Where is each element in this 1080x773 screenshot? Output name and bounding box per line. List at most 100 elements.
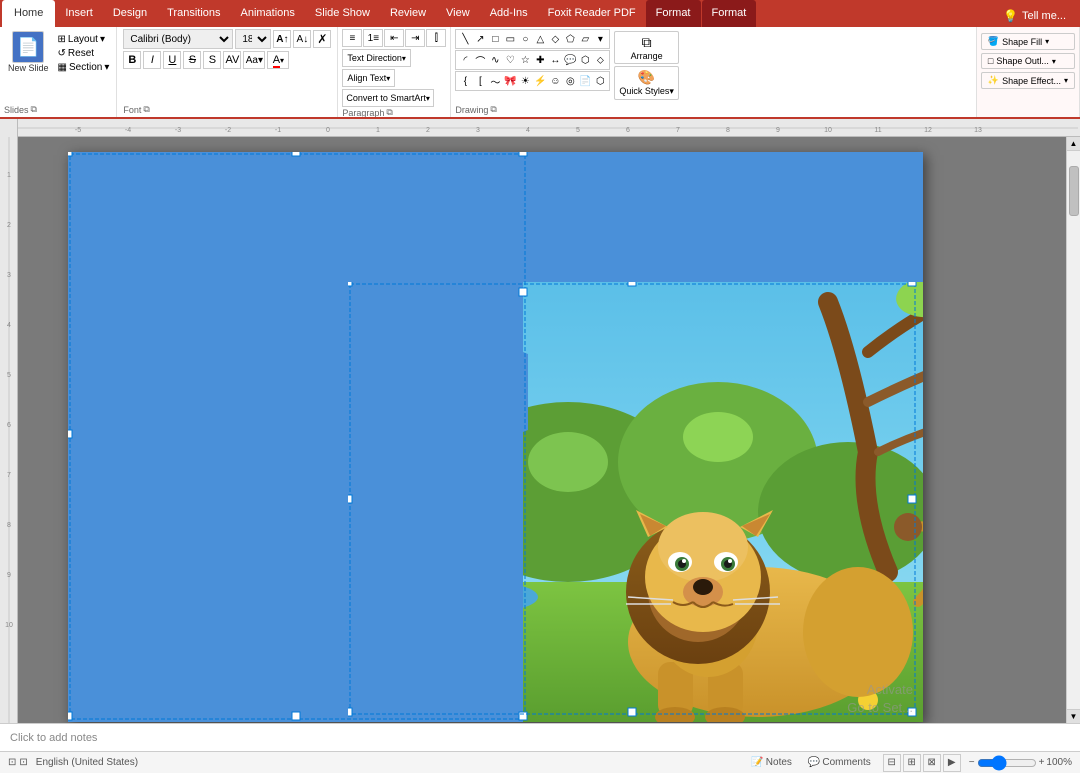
scroll-down-button[interactable]: ▼ — [1067, 709, 1080, 723]
shape-rect[interactable]: □ — [488, 32, 502, 46]
increase-indent-button[interactable]: ⇥ — [405, 29, 425, 47]
font-expand-icon[interactable]: ⧉ — [143, 104, 149, 115]
zoom-in-button[interactable]: + — [1039, 757, 1045, 768]
align-text-button[interactable]: Align Text▾ — [342, 69, 395, 87]
italic-button[interactable]: I — [143, 51, 161, 69]
zoom-slider[interactable]: − + 100% — [969, 757, 1072, 768]
shape-callout[interactable]: 💬 — [563, 53, 577, 67]
bold-button[interactable]: B — [123, 51, 141, 69]
shape-custom[interactable]: ⬡ — [578, 53, 592, 67]
shape-arrow[interactable]: ↗ — [473, 32, 487, 46]
shape-triangle[interactable]: △ — [533, 32, 547, 46]
columns-button[interactable]: ⫿ — [426, 29, 446, 47]
shape-smiley[interactable]: ☺ — [548, 74, 562, 88]
zoom-level: 100% — [1046, 757, 1072, 768]
scroll-thumb[interactable] — [1069, 166, 1079, 216]
tab-animations[interactable]: Animations — [231, 0, 305, 27]
shape-star[interactable]: ☆ — [518, 53, 532, 67]
increase-font-button[interactable]: A↑ — [273, 30, 291, 48]
section-button[interactable]: ▦ Section ▾ — [55, 61, 113, 74]
tab-insert[interactable]: Insert — [55, 0, 103, 27]
shape-cube[interactable]: ⬡ — [593, 74, 607, 88]
bullets-button[interactable]: ≡ — [342, 29, 362, 47]
tab-addins[interactable]: Add-Ins — [480, 0, 538, 27]
tell-me[interactable]: 💡 Tell me... — [993, 5, 1076, 27]
spacing-button[interactable]: AV — [223, 51, 241, 69]
text-shadow-button[interactable]: S — [203, 51, 221, 69]
zoom-out-button[interactable]: − — [969, 757, 975, 768]
clear-format-button[interactable]: ✗ — [313, 30, 331, 48]
shape-arc[interactable]: ◜ — [458, 53, 472, 67]
paragraph-expand-icon[interactable]: ⧉ — [386, 107, 392, 118]
shape-bolt[interactable]: ⚡ — [533, 74, 547, 88]
tab-design[interactable]: Design — [103, 0, 157, 27]
new-slide-button[interactable]: 📄 New Slide — [4, 29, 53, 76]
change-case-button[interactable]: Aa▾ — [243, 51, 265, 69]
shape-double-arrow[interactable]: ↔ — [548, 53, 562, 67]
decrease-indent-button[interactable]: ⇤ — [384, 29, 404, 47]
shape-parallelogram[interactable]: ▱ — [578, 32, 592, 46]
tab-transitions[interactable]: Transitions — [157, 0, 230, 27]
convert-smartart-button[interactable]: Convert to SmartArt▾ — [342, 89, 434, 107]
layout-button[interactable]: ⊞ Layout ▾ — [55, 33, 113, 46]
strikethrough-button[interactable]: S — [183, 51, 201, 69]
comments-button[interactable]: 💬 Comments — [804, 756, 875, 769]
tab-review[interactable]: Review — [380, 0, 436, 27]
shape-fill-button[interactable]: 🪣 Shape Fill ▾ — [981, 33, 1075, 50]
font-face-select[interactable]: Calibri (Body) — [123, 29, 233, 49]
scrollbar-vertical[interactable]: ▲ ▼ — [1066, 137, 1080, 723]
shape-ribbon[interactable]: 🎀 — [503, 74, 517, 88]
zoom-range[interactable] — [977, 759, 1037, 767]
tab-view[interactable]: View — [436, 0, 480, 27]
font-size-select[interactable]: 18 — [235, 29, 271, 49]
shape-diamond[interactable]: ◇ — [548, 32, 562, 46]
notes-placeholder-text: Click to add notes — [10, 732, 97, 744]
reading-view-button[interactable]: ⊠ — [923, 754, 941, 772]
arrange-button[interactable]: ⧉ Arrange — [614, 31, 679, 64]
slide[interactable]: Activate Go to Set... — [68, 152, 923, 722]
scroll-up-button[interactable]: ▲ — [1067, 137, 1080, 151]
slides-expand-icon[interactable]: ⧉ — [31, 104, 37, 115]
slide-sorter-button[interactable]: ⊞ — [903, 754, 921, 772]
svg-text:-2: -2 — [225, 127, 231, 134]
shape-more2[interactable]: ⬦ — [593, 53, 607, 67]
tab-home[interactable]: Home — [2, 0, 55, 27]
shape-freeform[interactable]: ∿ — [488, 53, 502, 67]
shape-outline-button[interactable]: □ Shape Outl... ▾ — [981, 53, 1075, 69]
shape-oval[interactable]: ○ — [518, 32, 532, 46]
tab-foxit[interactable]: Foxit Reader PDF — [538, 0, 646, 27]
normal-view-button[interactable]: ⊟ — [883, 754, 901, 772]
shape-heart[interactable]: ♡ — [503, 53, 517, 67]
shape-rounded-rect[interactable]: ▭ — [503, 32, 517, 46]
shape-pentagon[interactable]: ⬠ — [563, 32, 577, 46]
tab-slideshow[interactable]: Slide Show — [305, 0, 380, 27]
notes-bar[interactable]: Click to add notes — [0, 723, 1080, 751]
tab-format1[interactable]: Format — [646, 0, 701, 27]
shape-cross[interactable]: ✚ — [533, 53, 547, 67]
shape-donut[interactable]: ◎ — [563, 74, 577, 88]
notes-button[interactable]: 📝 Notes — [747, 756, 796, 769]
shape-effects-button[interactable]: ✨ Shape Effect... ▾ — [981, 72, 1075, 89]
main-area: 1 2 3 4 5 6 7 8 9 10 -5 -4 -3 — [0, 119, 1080, 723]
blue-shape[interactable] — [68, 152, 528, 722]
font-color-button[interactable]: A ▾ — [267, 51, 289, 69]
shape-wave[interactable]: 〜 — [488, 74, 502, 88]
drawing-expand-icon[interactable]: ⧉ — [490, 104, 496, 115]
layout-dropdown-icon: ▾ — [100, 34, 105, 45]
text-direction-button[interactable]: Text Direction▾ — [342, 49, 411, 67]
reset-button[interactable]: ↺ Reset — [55, 47, 113, 60]
shape-line[interactable]: ╲ — [458, 32, 472, 46]
shape-brace[interactable]: { — [458, 74, 472, 88]
numbering-button[interactable]: 1≡ — [363, 29, 383, 47]
decrease-font-button[interactable]: A↓ — [293, 30, 311, 48]
slideshow-button[interactable]: ▶ — [943, 754, 961, 772]
tab-format2[interactable]: Format — [702, 0, 757, 27]
underline-button[interactable]: U — [163, 51, 181, 69]
shape-more[interactable]: ▾ — [593, 32, 607, 46]
shape-folded[interactable]: 📄 — [578, 74, 592, 88]
new-slide-icon: 📄 — [12, 31, 44, 63]
shape-bracket[interactable]: [ — [473, 74, 487, 88]
shape-curve[interactable]: ⌒ — [473, 53, 487, 67]
quick-styles-button[interactable]: 🎨 Quick Styles▾ — [614, 66, 679, 100]
shape-sun[interactable]: ☀ — [518, 74, 532, 88]
